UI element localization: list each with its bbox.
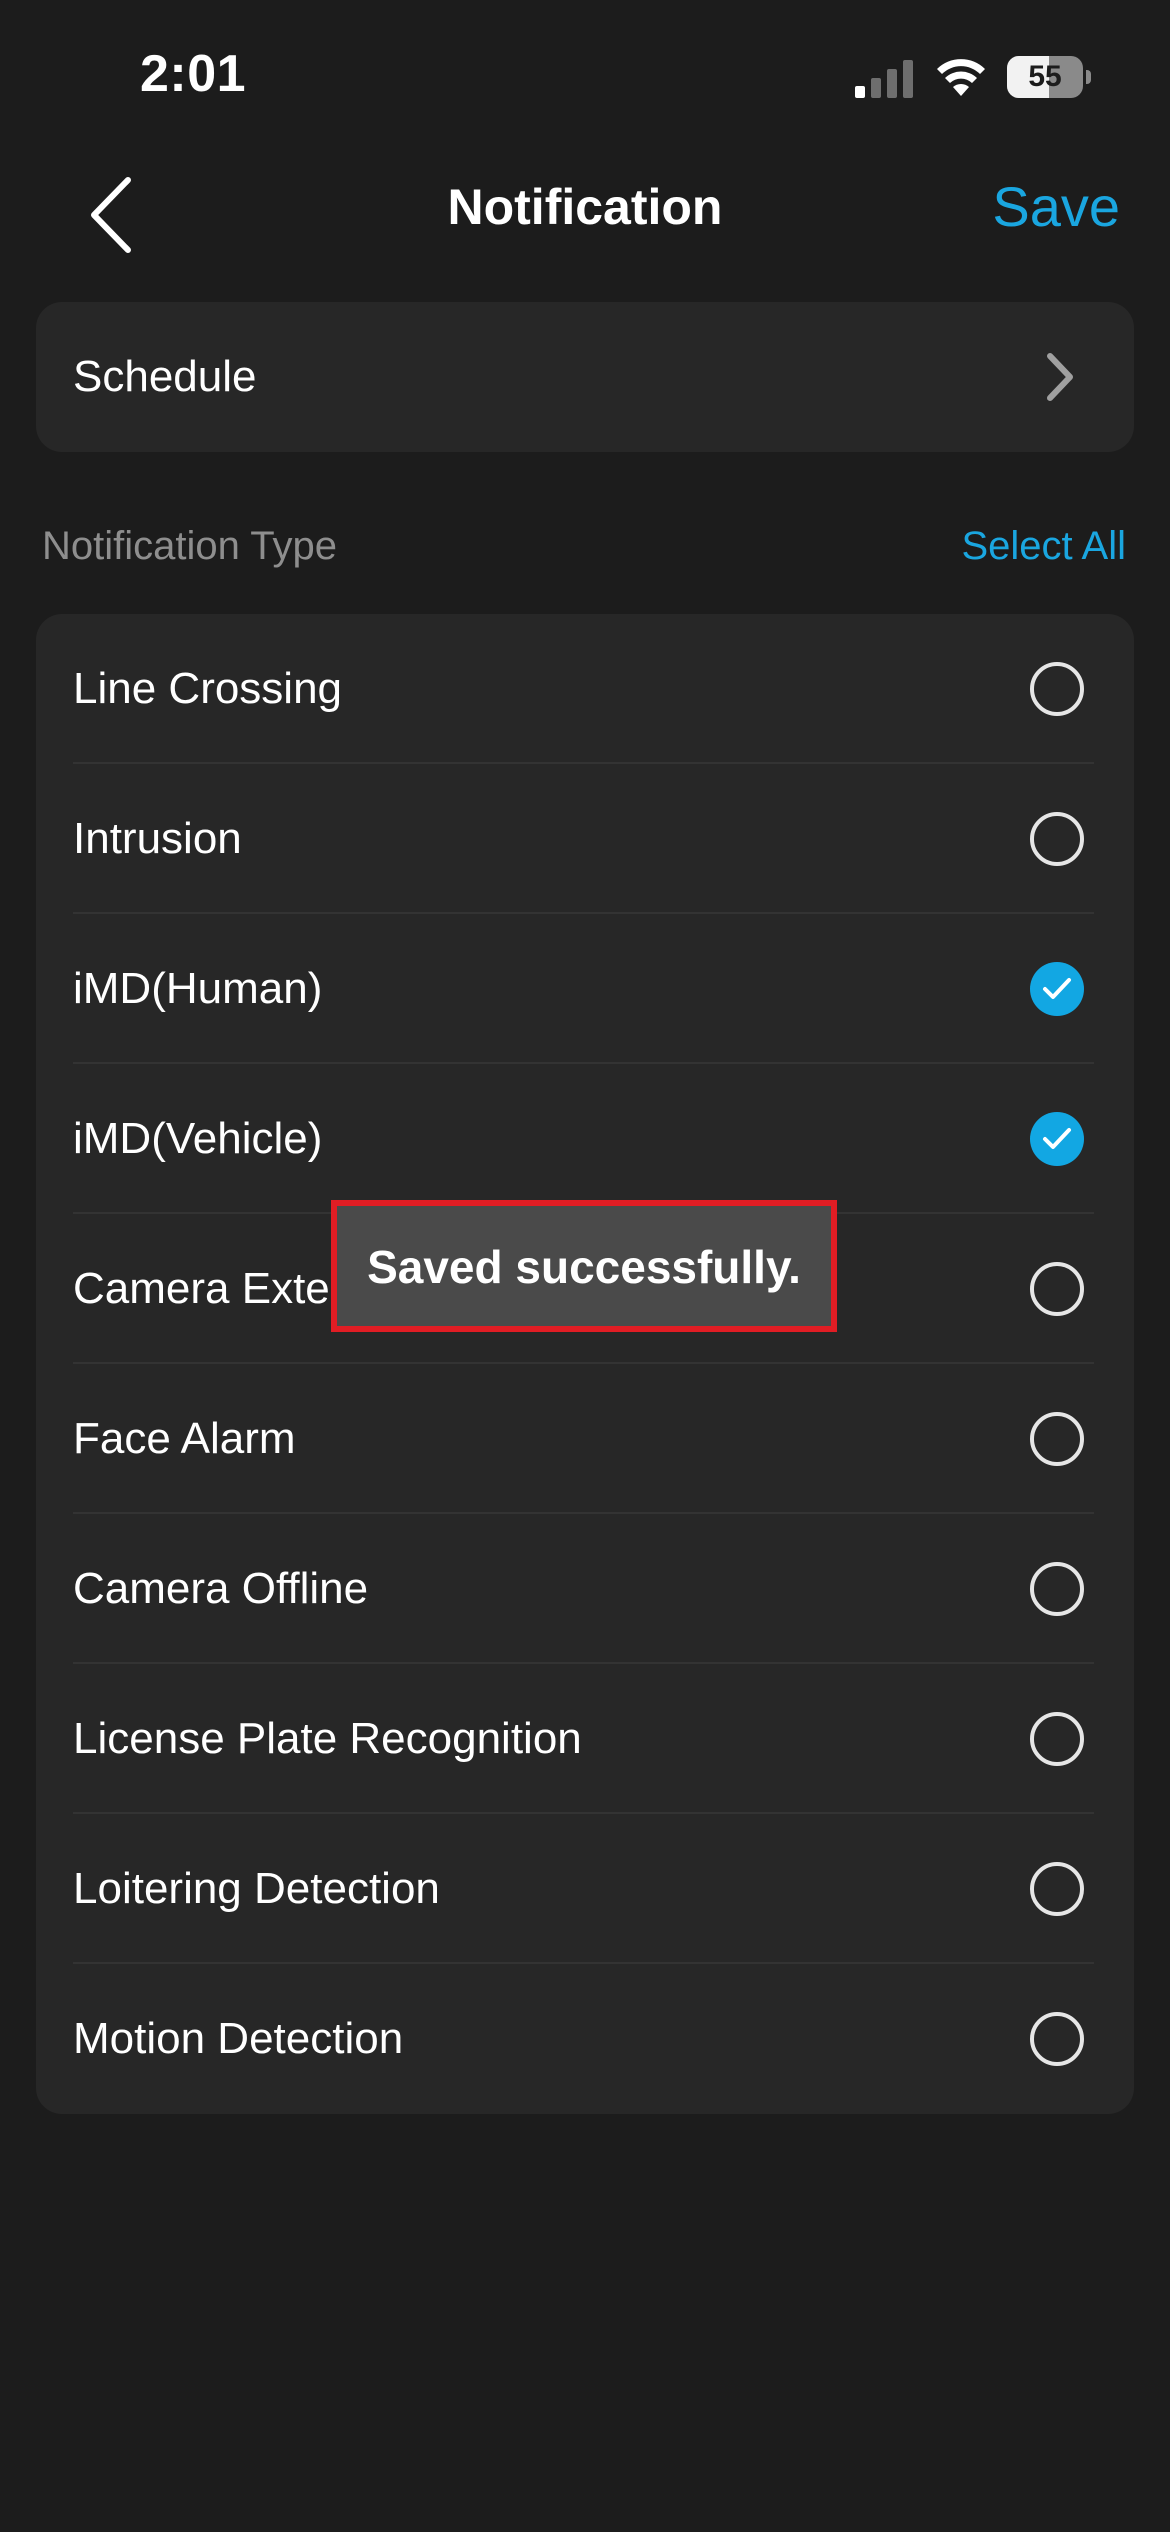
list-item[interactable]: Loitering Detection <box>36 1814 1134 1964</box>
wifi-icon <box>937 59 985 96</box>
battery-body: 55 <box>1007 56 1083 98</box>
list-item-label: Face Alarm <box>73 1414 296 1463</box>
chevron-right-icon <box>1047 353 1073 401</box>
battery-cap <box>1086 70 1091 84</box>
signal-icon <box>855 60 913 98</box>
list-item-label: iMD(Human) <box>73 964 323 1013</box>
schedule-label: Schedule <box>73 352 257 401</box>
battery-icon: 55 <box>1007 56 1091 98</box>
checkmark-icon <box>1043 978 1071 999</box>
unchecked-circle-icon[interactable] <box>1030 1862 1084 1916</box>
unchecked-circle-icon[interactable] <box>1030 2012 1084 2066</box>
schedule-row[interactable]: Schedule <box>36 302 1134 452</box>
status-bar: 2:01 55 <box>0 0 1170 150</box>
list-item-label: License Plate Recognition <box>73 1714 582 1763</box>
list-item[interactable]: iMD(Human) <box>36 914 1134 1064</box>
notification-type-list: Line Crossing Intrusion iMD(Human) iMD(Vehi… <box>36 614 1134 2114</box>
unchecked-circle-icon[interactable] <box>1030 812 1084 866</box>
toast-message: Saved successfully. <box>331 1200 837 1332</box>
list-item-label: Intrusion <box>73 814 242 863</box>
list-item-label: Line Crossing <box>73 664 343 713</box>
select-all-button[interactable]: Select All <box>961 524 1126 569</box>
list-item-label: Loitering Detection <box>73 1864 440 1913</box>
list-item[interactable]: Camera Offline <box>36 1514 1134 1664</box>
unchecked-circle-icon[interactable] <box>1030 1412 1084 1466</box>
list-item[interactable]: Motion Detection <box>36 1964 1134 2114</box>
battery-percent: 55 <box>1028 60 1062 93</box>
notification-type-header: Notification Type Select All <box>0 520 1170 580</box>
checkmark-icon <box>1043 1128 1071 1149</box>
list-item-label: Camera Exte <box>73 1264 330 1313</box>
list-item-label: Camera Offline <box>73 1564 369 1613</box>
unchecked-circle-icon[interactable] <box>1030 1562 1084 1616</box>
list-item[interactable]: Face Alarm <box>36 1364 1134 1514</box>
list-item[interactable]: Intrusion <box>36 764 1134 914</box>
checked-circle-icon[interactable] <box>1030 962 1084 1016</box>
list-item[interactable]: License Plate Recognition <box>36 1664 1134 1814</box>
list-item-label: iMD(Vehicle) <box>73 1114 323 1163</box>
list-item[interactable]: Line Crossing <box>36 614 1134 764</box>
save-button[interactable]: Save <box>992 174 1120 239</box>
section-title: Notification Type <box>42 524 337 568</box>
list-item-label: Motion Detection <box>73 2014 404 2063</box>
unchecked-circle-icon[interactable] <box>1030 662 1084 716</box>
app-screen: 2:01 55 Notification Save Schedule Notif… <box>0 0 1170 2532</box>
unchecked-circle-icon[interactable] <box>1030 1262 1084 1316</box>
status-time: 2:01 <box>140 45 247 103</box>
checked-circle-icon[interactable] <box>1030 1112 1084 1166</box>
unchecked-circle-icon[interactable] <box>1030 1712 1084 1766</box>
nav-bar: Notification Save <box>0 150 1170 270</box>
list-item[interactable]: iMD(Vehicle) <box>36 1064 1134 1214</box>
toast-text: Saved successfully. <box>367 1241 801 1293</box>
